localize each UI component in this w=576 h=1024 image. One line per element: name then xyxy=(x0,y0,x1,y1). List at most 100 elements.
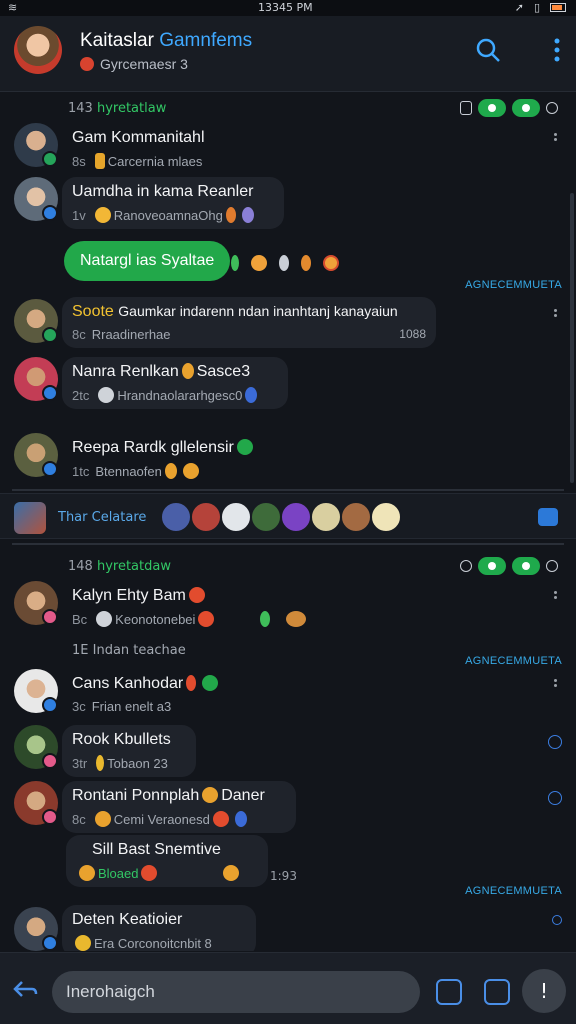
info-line: 1E Indan teachae xyxy=(72,643,186,658)
status-badge xyxy=(42,809,58,825)
message-bubble[interactable]: Gam Kommanitahl 8s Carcernia mlaes xyxy=(62,123,215,175)
message-bubble[interactable]: Soote Gaumkar indarenn ndan inanhtanj ka… xyxy=(62,297,436,348)
refresh-icon[interactable] xyxy=(546,102,558,114)
status-dot-icon xyxy=(80,57,94,71)
strip-label[interactable]: Thar Celatare xyxy=(58,510,146,525)
row-menu-icon[interactable] xyxy=(554,679,558,693)
emoji-icon xyxy=(286,611,307,627)
mic-button[interactable]: ! xyxy=(522,969,566,1013)
info-icon[interactable] xyxy=(552,915,562,925)
emoji-icon xyxy=(96,611,113,627)
emoji-icon xyxy=(188,587,205,603)
message-preview: Rraadinerhae xyxy=(91,327,171,342)
copy-icon[interactable] xyxy=(460,101,472,115)
info-icon[interactable] xyxy=(548,791,562,805)
refresh-icon[interactable] xyxy=(546,560,558,572)
row-menu-icon[interactable] xyxy=(554,591,558,605)
subtitle-text: Gyrcemaesr 3 xyxy=(100,56,188,72)
message-preview: Hrandnaolararhgesc0 xyxy=(117,388,243,403)
emoji-icon xyxy=(141,865,158,881)
scrollbar[interactable] xyxy=(570,193,574,483)
emoji-icon xyxy=(94,207,111,223)
toggle-icon[interactable] xyxy=(478,99,506,117)
emoji-icon xyxy=(164,463,177,479)
composer-bar: ! xyxy=(0,952,576,1024)
avatar[interactable] xyxy=(280,501,312,533)
avatar[interactable] xyxy=(370,501,402,533)
app-bar: Kaitaslar Gamnfems Gyrcemaesr 3 xyxy=(0,16,576,92)
section-count: 143 hyretatlaw xyxy=(68,101,167,116)
avatar[interactable] xyxy=(250,501,282,533)
message-input[interactable] xyxy=(52,971,420,1013)
section-header: 143 hyretatlaw xyxy=(0,97,576,121)
message-bubble[interactable]: Deten Keatioier Era Corconoitcnbit 8 xyxy=(62,905,256,951)
more-vertical-icon[interactable] xyxy=(552,36,562,64)
toggle-icon[interactable] xyxy=(478,557,506,575)
section-count: 148 hyretatdaw xyxy=(68,559,171,574)
message-bubble[interactable]: Uamdha in kama Reanler 1v RanoveoamnaOhg xyxy=(62,177,284,229)
verified-badge xyxy=(42,935,58,951)
highlight-message[interactable]: Natargl ias Syaltae xyxy=(64,241,231,281)
emoji-icon xyxy=(279,255,289,271)
online-badge xyxy=(42,151,58,167)
leaf-icon xyxy=(231,255,239,271)
search-icon[interactable] xyxy=(474,36,502,64)
message-feed[interactable]: 143 hyretatlaw Gam Kommanitahl 8s Carcern… xyxy=(0,93,576,951)
avatar[interactable] xyxy=(160,501,192,533)
emoji-icon xyxy=(245,387,258,403)
chat-toggle-icon[interactable] xyxy=(512,99,540,117)
message-text: Sasce3 xyxy=(196,363,251,380)
status-badge xyxy=(42,753,58,769)
emoji-icon xyxy=(301,255,311,271)
message-bubble[interactable]: Kalyn Ehty Bam Bc Keonotonebei xyxy=(62,581,319,633)
message-preview: Frian enelt a3 xyxy=(91,699,172,714)
emoji-icon xyxy=(94,811,111,827)
refresh-icon[interactable] xyxy=(460,560,472,572)
message-bubble[interactable]: Cans Kanhodar 3c Frian enelt a3 xyxy=(62,669,231,720)
verified-badge xyxy=(42,697,58,713)
avatar[interactable] xyxy=(310,501,342,533)
sender-name: Uamdha in kama Reanler xyxy=(72,183,254,200)
back-arrow-icon[interactable] xyxy=(12,979,38,1001)
status-icon xyxy=(236,439,253,455)
avatar[interactable] xyxy=(340,501,372,533)
message-text: Daner xyxy=(221,787,265,804)
verified-badge xyxy=(42,385,58,401)
reaction-row[interactable] xyxy=(228,255,342,271)
page-subtitle: Gyrcemaesr 3 xyxy=(80,56,188,72)
emoji-icon xyxy=(251,255,267,271)
emoji-icon xyxy=(186,675,197,691)
message-bubble[interactable]: Sill Bast Snemtive Bloaed xyxy=(66,835,268,887)
info-icon[interactable] xyxy=(548,735,562,749)
group-avatar[interactable] xyxy=(14,26,62,74)
message-preview: Cemi Veraonesd xyxy=(113,812,210,827)
avatar[interactable] xyxy=(190,501,222,533)
leaf-icon xyxy=(260,611,271,627)
emoji-icon xyxy=(323,255,339,271)
group-icon[interactable] xyxy=(14,502,46,534)
emoji-icon xyxy=(241,207,254,223)
emoji-icon xyxy=(182,463,199,479)
message-bubble[interactable]: Reepa Rardk gllelensir 1tc Btennaofen xyxy=(62,433,266,485)
chat-toggle-icon[interactable] xyxy=(512,557,540,575)
message-bubble[interactable]: Rontani Ponnplah Daner 8c Cemi Veraonesd xyxy=(62,781,296,833)
status-badge xyxy=(42,609,58,625)
sticker-icon[interactable] xyxy=(484,979,510,1005)
title-part1: Kaitaslar xyxy=(80,30,154,51)
message-preview: Bloaed xyxy=(98,866,139,881)
message-preview: Era Corconoitcnbit 8 xyxy=(94,936,212,951)
message-time: 1088 xyxy=(399,327,426,341)
message-bubble[interactable]: Nanra Renlkan Sasce3 2tc Hrandnaolararhges… xyxy=(62,357,288,409)
message-bubble[interactable]: Rook Kbullets 3tr Tobaon 23 xyxy=(62,725,196,777)
participant-avatars[interactable] xyxy=(160,501,402,533)
row-menu-icon[interactable] xyxy=(554,133,558,147)
divider xyxy=(12,543,564,545)
emoji-icon xyxy=(202,787,219,803)
verified-badge xyxy=(42,461,58,477)
row-menu-icon[interactable] xyxy=(554,309,558,323)
participants-strip[interactable]: Thar Celatare xyxy=(0,493,576,539)
attach-icon[interactable] xyxy=(436,979,462,1005)
avatar[interactable] xyxy=(220,501,252,533)
sender-name: Nanra Renlkan xyxy=(72,363,179,380)
message-icon[interactable] xyxy=(538,508,558,526)
